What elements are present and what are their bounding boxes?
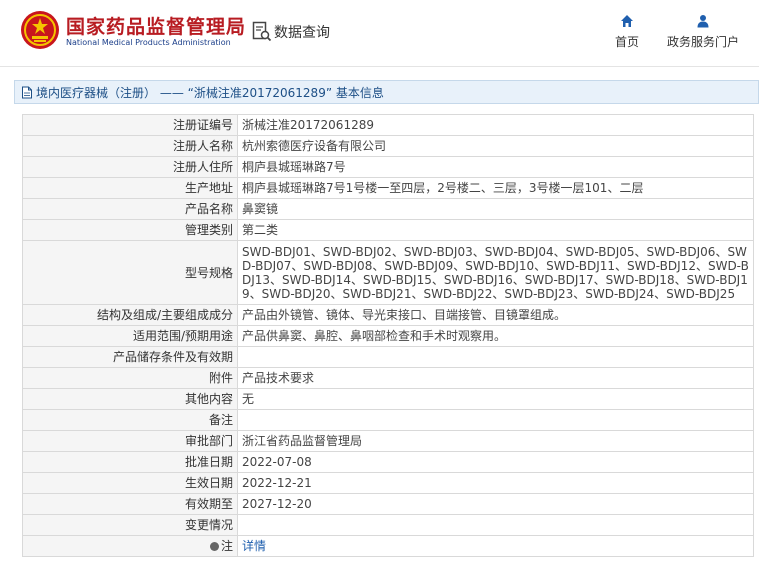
brand-name-en[interactable]: National Medical Products Administration <box>66 38 231 47</box>
table-row: 有效期至 2027-12-20 <box>22 493 754 515</box>
table-row: 型号规格 SWD-BDJ01、SWD-BDJ02、SWD-BDJ03、SWD-B… <box>22 240 754 305</box>
row-value: 产品技术要求 <box>237 367 754 389</box>
row-label: 变更情况 <box>22 514 238 536</box>
panel-header: 境内医疗器械（注册） —— “浙械注准20172061289” 基本信息 <box>14 80 759 104</box>
table-row: 其他内容 无 <box>22 388 754 410</box>
row-label: 管理类别 <box>22 219 238 241</box>
data-query-icon <box>252 21 272 42</box>
row-label: 注册人名称 <box>22 135 238 157</box>
row-value: SWD-BDJ01、SWD-BDJ02、SWD-BDJ03、SWD-BDJ04、… <box>237 240 754 305</box>
table-row: 批准日期 2022-07-08 <box>22 451 754 473</box>
details-link[interactable]: 详情 <box>242 539 266 553</box>
table-row: 注 详情 <box>22 535 754 557</box>
table-row: 结构及组成/主要组成成分 产品由外镜管、镜体、导光束接口、目端接管、目镜罩组成。 <box>22 304 754 326</box>
row-value: 桐庐县城瑶琳路7号 <box>237 156 754 178</box>
brand-name-cn[interactable]: 国家药品监督管理局 <box>66 12 246 39</box>
row-value: 2022-12-21 <box>237 472 754 494</box>
table-row: 变更情况 <box>22 514 754 536</box>
row-value: 桐庐县城瑶琳路7号1号楼一至四层，2号楼二、三层，3号楼一层101、二层 <box>237 177 754 199</box>
data-query-link[interactable]: 数据查询 <box>252 20 330 44</box>
table-row: 注册证编号 浙械注准20172061289 <box>22 114 754 136</box>
row-label: 注册证编号 <box>22 114 238 136</box>
row-value <box>237 514 754 536</box>
row-value: 产品供鼻窦、鼻腔、鼻咽部检查和手术时观察用。 <box>237 325 754 347</box>
row-value: 鼻窦镜 <box>237 198 754 220</box>
table-row: 适用范围/预期用途 产品供鼻窦、鼻腔、鼻咽部检查和手术时观察用。 <box>22 325 754 347</box>
row-label: 结构及组成/主要组成成分 <box>22 304 238 326</box>
home-icon <box>621 15 633 27</box>
note-label-cell: 注 <box>22 535 238 557</box>
row-value: 产品由外镜管、镜体、导光束接口、目端接管、目镜罩组成。 <box>237 304 754 326</box>
row-label: 注册人住所 <box>22 156 238 178</box>
row-value: 杭州索德医疗设备有限公司 <box>237 135 754 157</box>
table-row: 注册人名称 杭州索德医疗设备有限公司 <box>22 135 754 157</box>
row-label: 适用范围/预期用途 <box>22 325 238 347</box>
row-label: 生效日期 <box>22 472 238 494</box>
nav-home[interactable]: 首页 <box>612 14 642 50</box>
row-value <box>237 346 754 368</box>
table-row: 审批部门 浙江省药品监督管理局 <box>22 430 754 452</box>
row-label: 备注 <box>22 409 238 431</box>
row-label: 审批部门 <box>22 430 238 452</box>
row-value: 第二类 <box>237 219 754 241</box>
row-label: 批准日期 <box>22 451 238 473</box>
table-row: 产品名称 鼻窦镜 <box>22 198 754 220</box>
row-value: 浙械注准20172061289 <box>237 114 754 136</box>
row-label: 注 <box>220 539 233 553</box>
user-icon <box>697 15 709 28</box>
row-value: 浙江省药品监督管理局 <box>237 430 754 452</box>
row-value: 详情 <box>237 535 754 557</box>
table-row: 附件 产品技术要求 <box>22 367 754 389</box>
row-label: 产品储存条件及有效期 <box>22 346 238 368</box>
table-row: 备注 <box>22 409 754 431</box>
nav-gov-service[interactable]: 政务服务门户 <box>665 14 741 50</box>
table-row: 生产地址 桐庐县城瑶琳路7号1号楼一至四层，2号楼二、三层，3号楼一层101、二… <box>22 177 754 199</box>
nav-gov-service-label: 政务服务门户 <box>666 35 739 49</box>
table-row: 产品储存条件及有效期 <box>22 346 754 368</box>
site-header: 国家药品监督管理局 National Medical Products Admi… <box>0 0 759 64</box>
nav-home-label: 首页 <box>614 35 639 49</box>
header-divider <box>0 66 759 67</box>
row-value: 2022-07-08 <box>237 451 754 473</box>
table-row: 管理类别 第二类 <box>22 219 754 241</box>
note-icon <box>209 542 219 551</box>
table-row: 注册人住所 桐庐县城瑶琳路7号 <box>22 156 754 178</box>
row-label: 型号规格 <box>22 240 238 305</box>
row-label: 产品名称 <box>22 198 238 220</box>
row-value: 2027-12-20 <box>237 493 754 515</box>
national-emblem-logo[interactable] <box>20 10 60 50</box>
panel-title: 境内医疗器械（注册） —— “浙械注准20172061289” 基本信息 <box>36 85 384 100</box>
data-query-label: 数据查询 <box>274 25 330 41</box>
document-icon <box>22 86 32 98</box>
info-table: 注册证编号 浙械注准20172061289 注册人名称 杭州索德医疗设备有限公司… <box>22 114 754 557</box>
row-label: 有效期至 <box>22 493 238 515</box>
row-value <box>237 409 754 431</box>
row-label: 生产地址 <box>22 177 238 199</box>
table-row: 生效日期 2022-12-21 <box>22 472 754 494</box>
row-label: 附件 <box>22 367 238 389</box>
row-value: 无 <box>237 388 754 410</box>
row-label: 其他内容 <box>22 388 238 410</box>
